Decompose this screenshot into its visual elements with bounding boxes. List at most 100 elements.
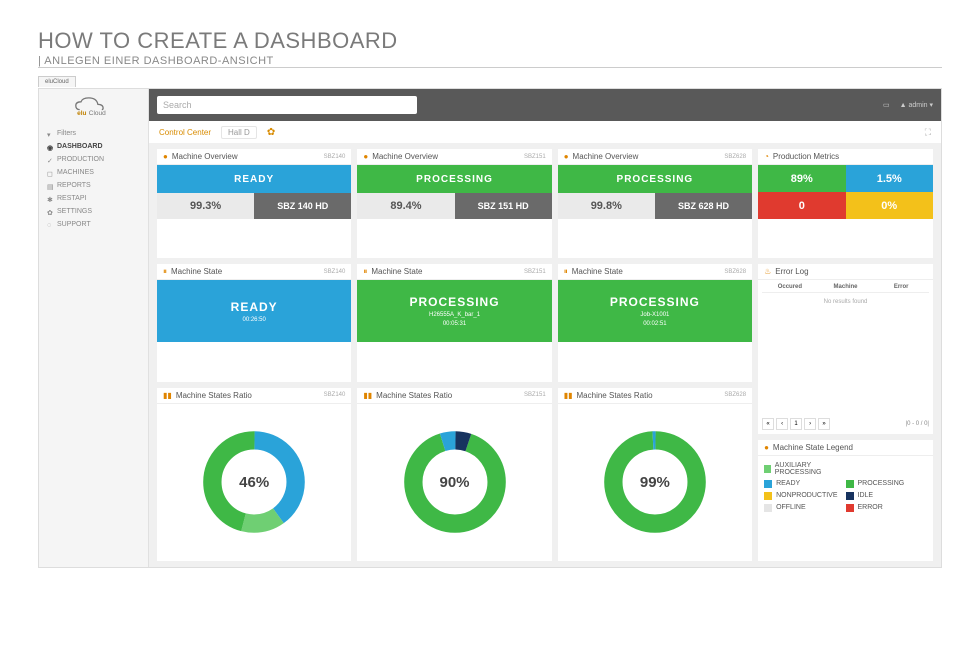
topbar: Search ▭ ▲ admin ▾ bbox=[149, 89, 941, 121]
legend-label: NONPRODUCTIVE bbox=[776, 492, 837, 499]
pager-page[interactable]: 1 bbox=[790, 418, 802, 430]
legend-nonproductive: NONPRODUCTIVE bbox=[764, 490, 845, 502]
col-error: Error bbox=[873, 284, 929, 290]
page-subtitle: | ANLEGEN EINER DASHBOARD-ANSICHT bbox=[38, 55, 942, 67]
browser-tab[interactable]: eluCloud bbox=[38, 76, 76, 87]
swatch-icon bbox=[764, 480, 772, 488]
pct-value: 89.4% bbox=[357, 193, 454, 219]
col-occured: Occured bbox=[762, 284, 818, 290]
card-title: Machine Overview bbox=[573, 152, 639, 161]
nav-label: SUPPORT bbox=[57, 221, 91, 228]
status-badge: PROCESSING bbox=[357, 165, 551, 193]
nav: ▾Filters ◉ DASHBOARD ✓PRODUCTION ◻MACHINE… bbox=[39, 125, 148, 233]
card-error-log: ♨Error Log Occured Machine Error No resu… bbox=[758, 264, 933, 434]
chat-icon[interactable]: ▭ bbox=[883, 101, 890, 109]
pause-icon: ⏸ bbox=[564, 267, 568, 277]
status-badge: PROCESSING bbox=[558, 165, 752, 193]
nav-dashboard[interactable]: ◉ DASHBOARD bbox=[39, 140, 148, 153]
metric-cell: 1.5% bbox=[846, 165, 933, 192]
card-title: Error Log bbox=[775, 267, 808, 276]
state-status: PROCESSING bbox=[610, 295, 700, 309]
api-icon: ✱ bbox=[47, 196, 53, 202]
metric-cell: 89% bbox=[758, 165, 845, 192]
pause-icon: ⏸ bbox=[363, 267, 367, 277]
nav-label: DASHBOARD bbox=[57, 143, 103, 150]
pause-icon: ⏸ bbox=[163, 267, 167, 277]
metric-cell: 0% bbox=[846, 192, 933, 219]
pager-last[interactable]: » bbox=[818, 418, 830, 430]
status-badge: READY bbox=[157, 165, 351, 193]
bar-icon: ▮▮ bbox=[163, 391, 172, 400]
expand-icon[interactable]: ⛶ bbox=[925, 127, 931, 138]
user-menu[interactable]: ▲ admin ▾ bbox=[900, 101, 933, 109]
gear-icon: ✿ bbox=[47, 209, 53, 215]
donut-chart: 46% bbox=[157, 404, 351, 561]
nav-reports[interactable]: ▤REPORTS bbox=[39, 179, 148, 192]
main-panel: Search ▭ ▲ admin ▾ Control Center Hall D… bbox=[149, 89, 941, 567]
nav-label: RESTAPI bbox=[57, 195, 86, 202]
svg-text:Cloud: Cloud bbox=[88, 110, 105, 117]
breadcrumb-control-center[interactable]: Control Center bbox=[159, 128, 211, 137]
state-time: 00:26:50 bbox=[242, 317, 265, 323]
app-window: eluCloud ▾Filters ◉ DASHBOARD ✓PRODUCTION… bbox=[38, 88, 942, 568]
clock-icon: ◔ bbox=[764, 152, 769, 161]
state-time: 00:05:31 bbox=[443, 321, 466, 327]
card-title: Machine Overview bbox=[172, 152, 238, 161]
pager-first[interactable]: « bbox=[762, 418, 774, 430]
state-time: 00:02:51 bbox=[643, 321, 666, 327]
bar-icon: ▮▮ bbox=[564, 391, 573, 400]
legend-error: ERROR bbox=[846, 502, 927, 514]
card-production-metrics: ◔Production Metrics 89% 1.5% 0 0% bbox=[758, 149, 933, 258]
svg-text:elu: elu bbox=[77, 110, 86, 117]
donut-pct: 46% bbox=[239, 474, 269, 491]
nav-label: SETTINGS bbox=[57, 208, 92, 215]
card-ratio-3: ▮▮Machine States RatioSBZ628 99% bbox=[558, 388, 752, 561]
dashboard-settings-icon[interactable]: ✿ bbox=[267, 127, 275, 138]
donut-pct: 99% bbox=[640, 474, 670, 491]
donut-chart: 90% bbox=[357, 404, 551, 561]
info-icon: ● bbox=[163, 152, 168, 161]
pct-value: 99.3% bbox=[157, 193, 254, 219]
errorlog-header: Occured Machine Error bbox=[762, 284, 929, 293]
tab-hall-d[interactable]: Hall D bbox=[221, 126, 257, 139]
search-input[interactable]: Search bbox=[157, 96, 417, 114]
legend-label: OFFLINE bbox=[776, 504, 806, 511]
state-status: PROCESSING bbox=[410, 295, 500, 309]
card-title: Machine Overview bbox=[372, 152, 438, 161]
card-title: Machine State bbox=[371, 267, 422, 276]
pager-next[interactable]: › bbox=[804, 418, 816, 430]
card-code: SBZ140 bbox=[324, 269, 346, 275]
nav-restapi[interactable]: ✱ RESTAPI bbox=[39, 192, 148, 205]
legend-aux: AUXILIARY PROCESSING bbox=[764, 460, 845, 478]
pager-prev[interactable]: ‹ bbox=[776, 418, 788, 430]
report-icon: ▤ bbox=[47, 183, 53, 189]
swatch-icon bbox=[764, 504, 772, 512]
donut-chart: 99% bbox=[558, 404, 752, 561]
card-overview-2: ●Machine OverviewSBZ151 PROCESSING 89.4%… bbox=[357, 149, 551, 258]
card-code: SBZ140 bbox=[324, 392, 346, 398]
nav-support[interactable]: ◌SUPPORT bbox=[39, 218, 148, 231]
nav-production[interactable]: ✓PRODUCTION bbox=[39, 153, 148, 166]
page-title: HOW TO CREATE A DASHBOARD bbox=[38, 28, 942, 54]
dashboard-icon: ◉ bbox=[47, 144, 53, 150]
card-title: Machine States Ratio bbox=[376, 391, 452, 400]
nav-label: Filters bbox=[57, 130, 76, 137]
card-ratio-1: ▮▮Machine States RatioSBZ140 46% bbox=[157, 388, 351, 561]
card-code: SBZ151 bbox=[524, 392, 546, 398]
nav-filters[interactable]: ▾Filters bbox=[39, 127, 148, 140]
nav-machines[interactable]: ◻MACHINES bbox=[39, 166, 148, 179]
model-label: SBZ 140 HD bbox=[254, 193, 351, 219]
state-body: PROCESSING H26555A_K_bar_1 00:05:31 bbox=[357, 280, 551, 342]
nav-label: PRODUCTION bbox=[57, 156, 104, 163]
legend-offline: OFFLINE bbox=[764, 502, 845, 514]
swatch-icon bbox=[764, 465, 771, 473]
legend-idle: IDLE bbox=[846, 490, 927, 502]
state-job: Job-X1001 bbox=[640, 312, 669, 318]
legend-label: AUXILIARY PROCESSING bbox=[775, 462, 846, 476]
card-code: SBZ628 bbox=[724, 269, 746, 275]
legend-label: IDLE bbox=[858, 492, 874, 499]
metric-cell: 0 bbox=[758, 192, 845, 219]
card-title: Machine State bbox=[171, 267, 222, 276]
card-overview-1: ●Machine OverviewSBZ140 READY 99.3%SBZ 1… bbox=[157, 149, 351, 258]
nav-settings[interactable]: ✿ SETTINGS bbox=[39, 205, 148, 218]
